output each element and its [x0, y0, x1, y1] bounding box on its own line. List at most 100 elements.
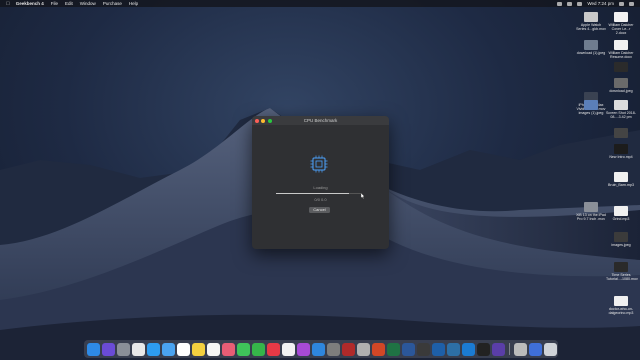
- cpu-chip-icon: [310, 155, 328, 173]
- iphone-icon[interactable]: [514, 342, 527, 356]
- desktop-file-label: Time Series Tutorial...-1080.mov: [606, 273, 638, 282]
- desktop-file-icon[interactable]: Grind.mp3: [606, 206, 636, 221]
- quicktime-icon[interactable]: [432, 342, 445, 356]
- desktop-file-icon[interactable]: [606, 128, 636, 139]
- desktop-file-icon[interactable]: download.jpeg: [606, 78, 636, 93]
- file-thumbnail: [614, 40, 628, 50]
- final-cut-icon[interactable]: [417, 342, 430, 356]
- spotlight-icon[interactable]: [619, 1, 624, 6]
- geekbench-icon[interactable]: [492, 342, 505, 356]
- file-thumbnail: [614, 232, 628, 242]
- news-icon[interactable]: [267, 342, 280, 356]
- desktop-file-label: William Dalcher Cover Le...r 2.docx: [608, 23, 634, 36]
- desktop-file-label: Screen Shot 2018-08-...3.42 pm: [606, 111, 636, 120]
- file-thumbnail: [614, 100, 628, 110]
- preview-icon[interactable]: [357, 342, 370, 356]
- file-thumbnail: [614, 296, 628, 306]
- desktop-file-label: Apple Watch Series 4...gkb.mov: [576, 23, 606, 32]
- status-label: Loading: [313, 185, 328, 190]
- desktop-file-label: download (1).jpeg: [576, 51, 606, 55]
- facetime-icon[interactable]: [252, 342, 265, 356]
- cpu-benchmark-window: CPU Benchmark Loading 0/0 0.0 Cancel: [252, 116, 389, 249]
- file-thumbnail: [614, 262, 628, 272]
- desktop-file-icon[interactable]: XiB 13 on the iPad Pro 9.7 Inch .mov: [576, 202, 606, 221]
- calendar-icon[interactable]: [177, 342, 190, 356]
- xcode-icon[interactable]: [462, 342, 475, 356]
- menu-edit[interactable]: Edit: [65, 1, 73, 6]
- desktop-file-label: download.jpeg: [609, 89, 633, 93]
- desktop-file-icon[interactable]: William Dalcher Resume.docx: [606, 40, 636, 59]
- safari-icon[interactable]: [147, 342, 160, 356]
- progress-sub-label: 0/0 0.0: [314, 197, 327, 202]
- word-icon[interactable]: [402, 342, 415, 356]
- notification-center-icon[interactable]: [629, 1, 634, 6]
- wifi-icon[interactable]: [567, 1, 573, 6]
- menu-bar:  Geekbench 4 File Edit Window Purchase …: [0, 0, 640, 7]
- podcasts-icon[interactable]: [297, 342, 310, 356]
- terminal-icon[interactable]: [477, 342, 490, 356]
- menu-app-name[interactable]: Geekbench 4: [16, 1, 44, 6]
- launchpad-icon[interactable]: [117, 342, 130, 356]
- desktop-file-icon[interactable]: William Dalcher Cover Le...r 2.docx: [606, 12, 636, 36]
- mail-icon[interactable]: [162, 342, 175, 356]
- desktop-file-label: doctor-who-on-dalgeorino.mp3: [608, 307, 634, 316]
- reminders-icon[interactable]: [207, 342, 220, 356]
- messages-icon[interactable]: [237, 342, 250, 356]
- menu-window[interactable]: Window: [80, 1, 96, 6]
- apple-menu-icon[interactable]: : [6, 1, 10, 7]
- downloads-icon[interactable]: [529, 342, 542, 356]
- desktop-file-icon[interactable]: Time Series Tutorial...-1080.mov: [606, 262, 638, 282]
- photo-booth-icon[interactable]: [342, 342, 355, 356]
- siri-icon[interactable]: [102, 342, 115, 356]
- desktop-file-label: New Intro.mp4: [609, 155, 633, 159]
- dock: [84, 340, 558, 358]
- edge-icon[interactable]: [447, 342, 460, 356]
- desktop-file-icon[interactable]: Screen Shot 2018-08-...3.42 pm: [606, 100, 636, 119]
- file-thumbnail: [584, 40, 598, 50]
- dock-separator: [509, 343, 510, 355]
- status-icon[interactable]: [557, 1, 563, 6]
- file-thumbnail: [614, 78, 628, 88]
- photos-icon[interactable]: [222, 342, 235, 356]
- file-thumbnail: [614, 12, 628, 22]
- excel-icon[interactable]: [387, 342, 400, 356]
- finder-icon[interactable]: [87, 342, 100, 356]
- file-thumbnail: [584, 202, 598, 212]
- desktop-file-label: William Dalcher Resume.docx: [608, 51, 634, 60]
- desktop-file-icon[interactable]: [606, 62, 636, 73]
- file-thumbnail: [584, 100, 598, 110]
- mouse-cursor-icon: [361, 193, 365, 199]
- music-icon[interactable]: [282, 342, 295, 356]
- desktop-file-label: Bruin_Barn.mp3: [608, 183, 634, 187]
- system-preferences-icon[interactable]: [327, 342, 340, 356]
- desktop-file-label: Grind.mp3: [612, 217, 630, 221]
- menu-clock[interactable]: Wed 7:24 pm: [587, 1, 614, 6]
- file-thumbnail: [614, 206, 628, 216]
- desktop-file-icon[interactable]: New Intro.mp4: [606, 144, 636, 159]
- file-thumbnail: [614, 128, 628, 138]
- desktop-file-icon[interactable]: doctor-who-on-dalgeorino.mp3: [606, 296, 636, 315]
- desktop-file-icon[interactable]: download (1).jpeg: [576, 40, 606, 55]
- battery-icon[interactable]: [577, 1, 583, 6]
- file-thumbnail: [614, 172, 628, 182]
- chrome-icon[interactable]: [132, 342, 145, 356]
- menu-file[interactable]: File: [51, 1, 58, 6]
- progress-fill: [276, 193, 350, 194]
- cancel-button[interactable]: Cancel: [309, 207, 330, 213]
- notes-icon[interactable]: [192, 342, 205, 356]
- desktop-file-icon[interactable]: images.jpeg: [606, 232, 636, 247]
- desktop-file-label: images.jpeg: [611, 243, 631, 247]
- powerpoint-icon[interactable]: [372, 342, 385, 356]
- file-thumbnail: [614, 62, 628, 72]
- desktop-file-icon[interactable]: Bruin_Barn.mp3: [606, 172, 636, 187]
- desktop-file-label: XiB 13 on the iPad Pro 9.7 Inch .mov: [576, 213, 606, 222]
- trash-icon[interactable]: [544, 342, 557, 356]
- menu-help[interactable]: Help: [129, 1, 138, 6]
- file-thumbnail: [584, 12, 598, 22]
- app-store-icon[interactable]: [312, 342, 325, 356]
- progress-bar: [276, 193, 362, 194]
- menu-purchase[interactable]: Purchase: [103, 1, 122, 6]
- desktop-file-icon[interactable]: Apple Watch Series 4...gkb.mov: [576, 12, 606, 31]
- window-titlebar[interactable]: CPU Benchmark: [252, 116, 389, 125]
- desktop-file-icon[interactable]: images (1).jpeg: [576, 100, 606, 115]
